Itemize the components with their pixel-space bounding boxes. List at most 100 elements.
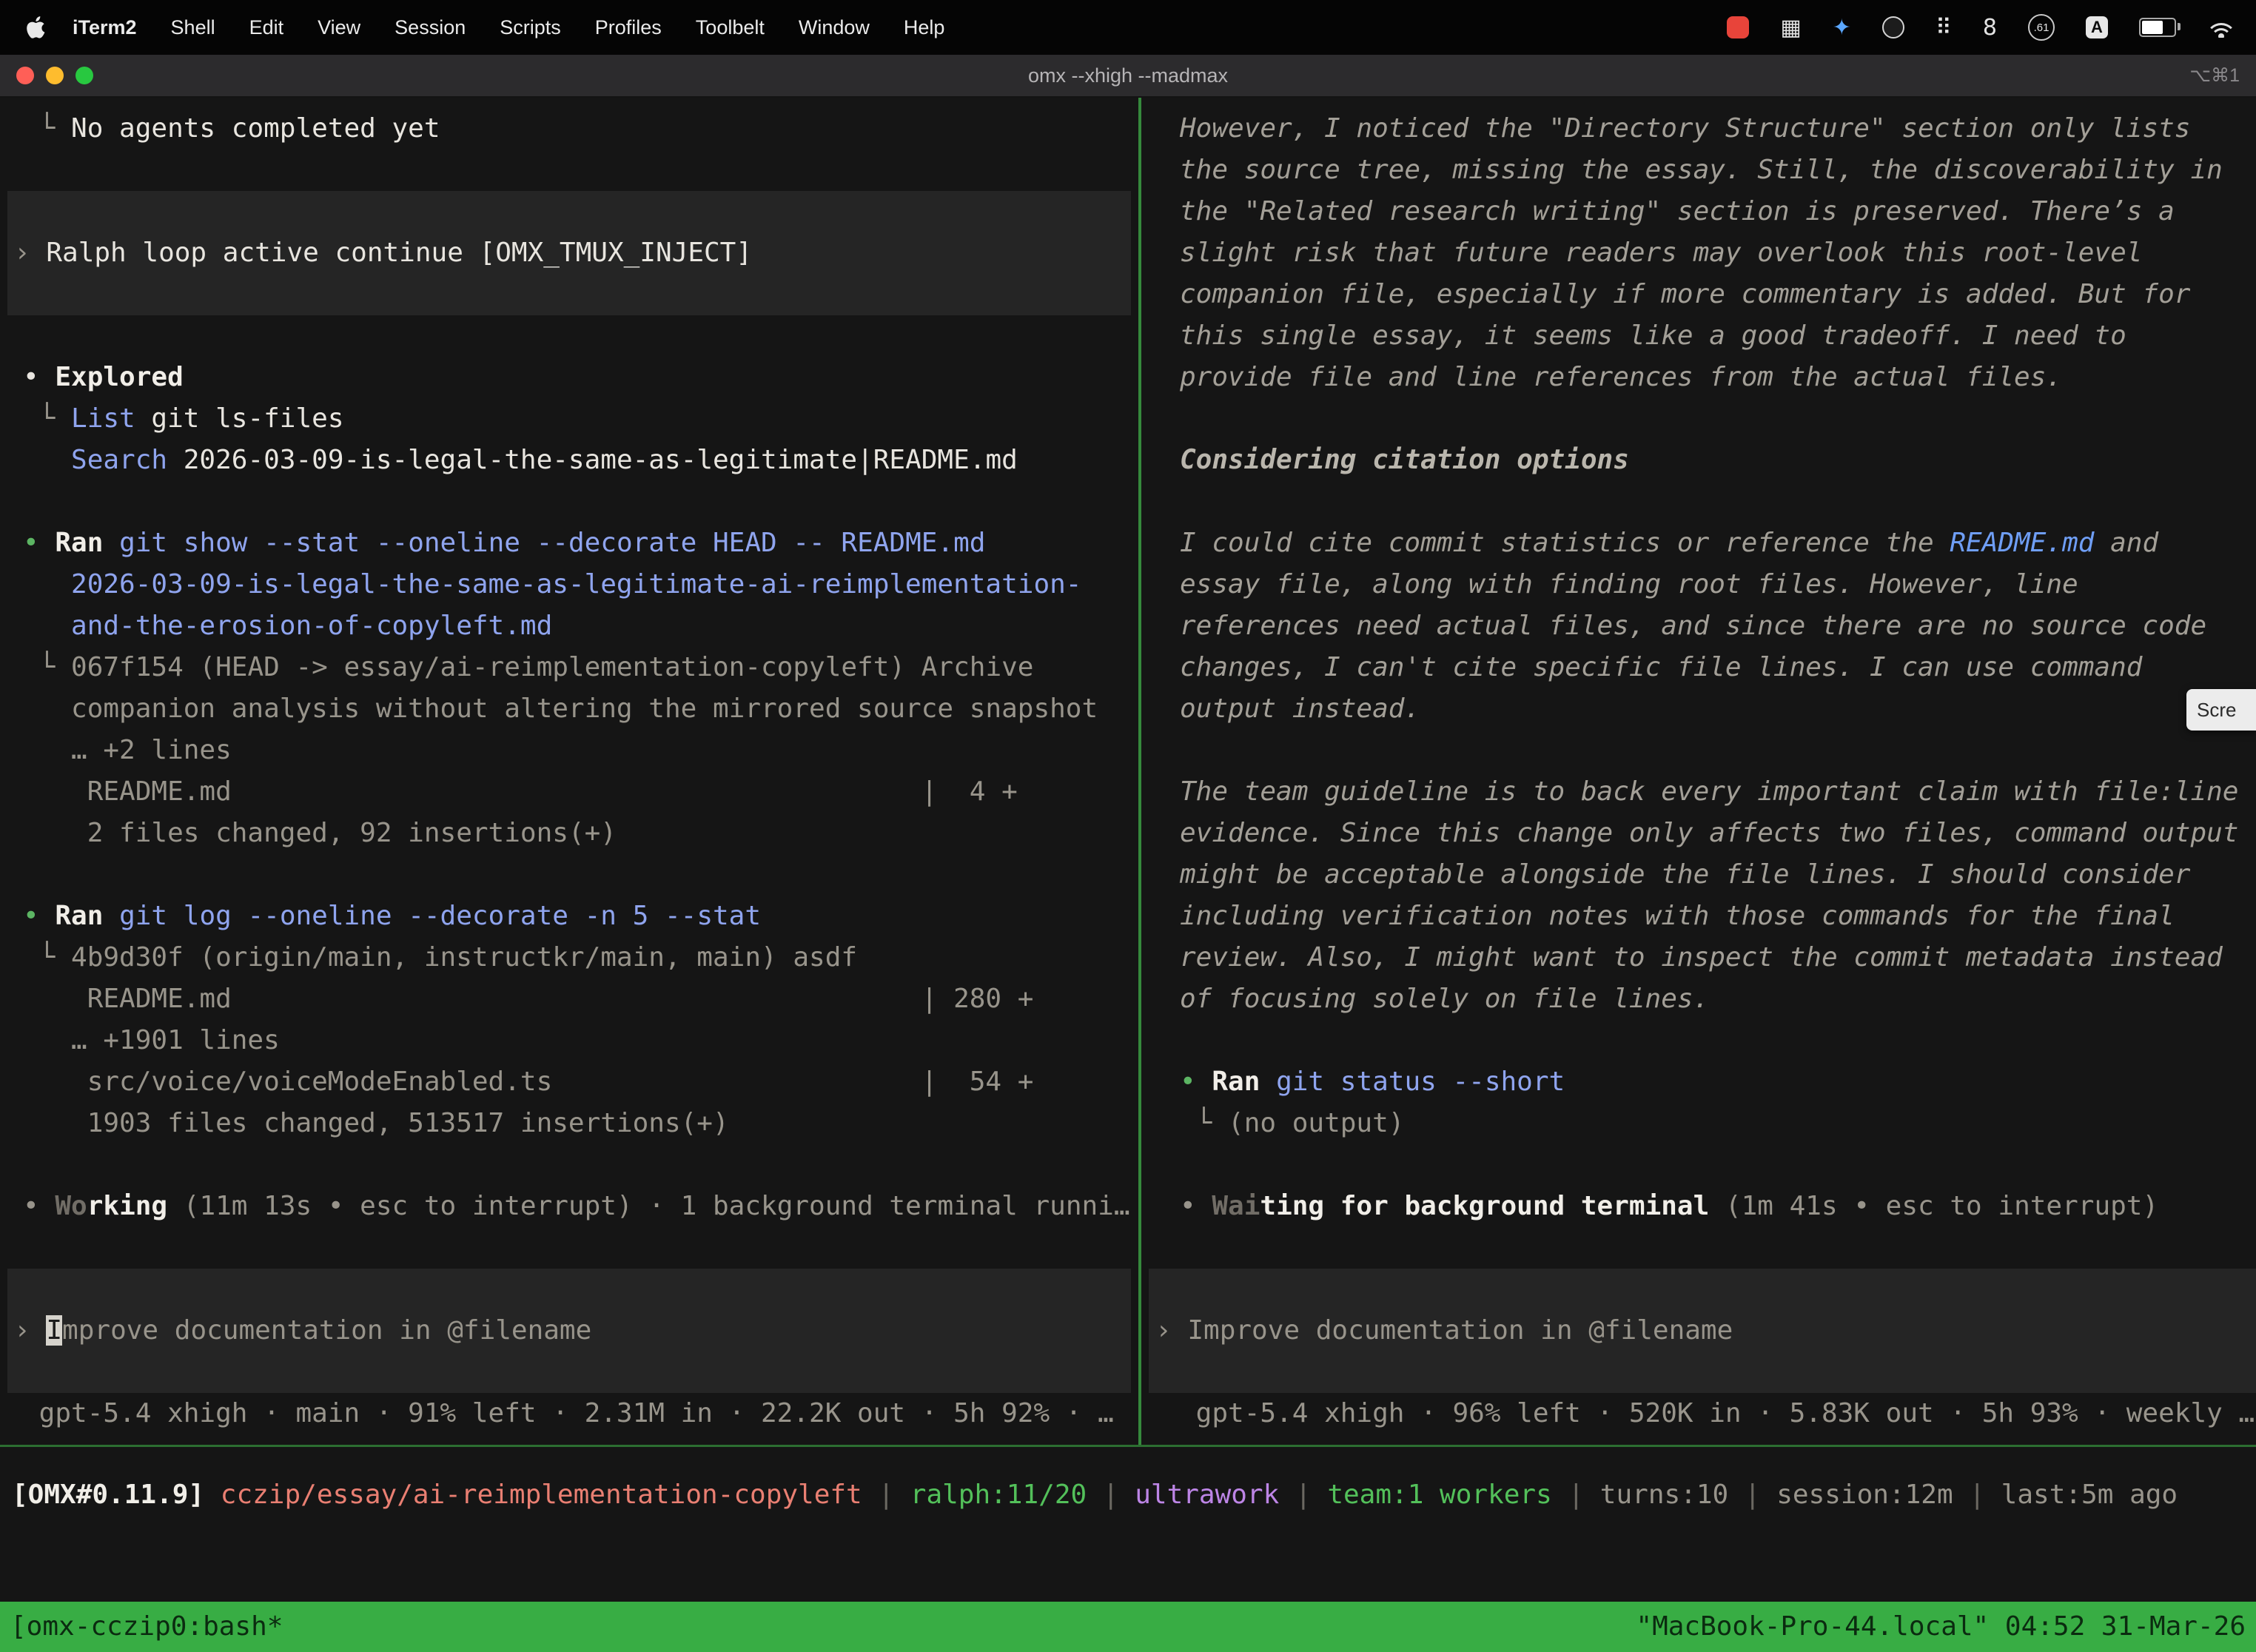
terminal-line: 2026-03-09-is-legal-the-same-as-legitima… [0,564,1138,605]
left-pane[interactable]: └ No agents completed yet › Ralph loop ac… [0,98,1138,1445]
menu-toolbelt[interactable]: Toolbelt [679,16,782,39]
grid-icon[interactable]: ▦ [1780,15,1801,41]
text-segment: However, I noticed the "Directory Struct… [1180,113,2190,144]
terminal-line: … +1901 lines [0,1020,1138,1061]
window-controls [16,67,93,84]
terminal-line: README.md | 280 + [0,978,1138,1020]
menu-session[interactable]: Session [377,16,483,39]
text-segment: | [1953,1480,2001,1510]
menu-shell[interactable]: Shell [154,16,232,39]
text-segment: └ [23,652,71,682]
terminal-line [1141,398,2256,440]
terminal-line: output instead. [1141,688,2256,730]
text-segment: | [1087,1480,1135,1510]
menu-view[interactable]: View [301,16,377,39]
text-segment: Considering citation options [1180,445,1629,475]
zoom-window-button[interactable] [75,67,93,84]
battery-icon[interactable] [2139,18,2176,37]
terminal-line: provide file and line references from th… [1141,357,2256,398]
terminal-line: companion analysis without altering the … [0,688,1138,730]
loop-icon[interactable]: 8 [1983,15,1997,41]
terminal-line [1141,1227,2256,1269]
ran-git-log: • Ran git log --oneline --decorate -n 5 … [0,896,1138,937]
terminal-line: including verification notes with those … [1141,896,2256,937]
text-segment: slight risk that future readers may over… [1180,238,2142,268]
terminal-line [1141,481,2256,523]
disc-icon[interactable] [1882,16,1904,38]
wifi-icon[interactable] [2207,17,2235,38]
window-title: omx --xhigh --madmax [1028,64,1228,87]
text-segment [23,445,71,475]
text-segment: The team guideline is to back every impo… [1180,776,2238,807]
text-segment: README.md | 4 + [23,776,1018,807]
command-input[interactable]: › Improve documentation in @filename [7,1269,1131,1393]
text-segment: including verification notes with those … [1180,901,2175,931]
dots-grid-icon[interactable]: ⠿ [1936,15,1952,41]
text-segment: git log --oneline --decorate -n 5 --stat [119,901,761,931]
text-segment: src/voice/voiceModeEnabled.ts | 54 + [23,1067,1033,1097]
menu-items: iTerm2ShellEditViewSessionScriptsProfile… [21,16,961,39]
menu-profiles[interactable]: Profiles [578,16,679,39]
terminal-line: this single essay, it seems like a good … [1141,315,2256,357]
apple-menu-icon[interactable] [25,16,45,39]
text-segment: Ralph loop active continue [OMX_TMUX_INJ… [46,238,752,268]
command-input[interactable]: › Improve documentation in @filename [1149,1269,2256,1393]
working-status: • Working (11m 13s • esc to interrupt) ·… [0,1186,1138,1227]
text-segment: cczip/essay/ai-reimplementation-copyleft [221,1480,862,1510]
terminal-line: └ List git ls-files [0,398,1138,440]
text-segment: (1m 41s • esc to interrupt) [1709,1191,2158,1221]
text-segment: • [23,362,55,392]
text-segment: • [1180,1191,1212,1221]
gauge-61-icon[interactable]: .61 [2028,14,2055,41]
terminal-line [0,150,1138,191]
text-segment: README.md | 280 + [23,984,1033,1014]
right-pane[interactable]: However, I noticed the "Directory Struct… [1141,98,2256,1445]
terminal-line: and-the-erosion-of-copyleft.md [0,605,1138,647]
terminal-line [0,1144,1138,1186]
text-segment: Ran [55,901,103,931]
spark-icon[interactable]: ✦ [1833,15,1851,41]
menu-edit[interactable]: Edit [232,16,301,39]
minimize-window-button[interactable] [46,67,64,84]
terminal-line: of focusing solely on file lines. [1141,978,2256,1020]
terminal-line: Search 2026-03-09-is-legal-the-same-as-l… [0,440,1138,481]
text-segment: evidence. Since this change only affects… [1180,818,2238,848]
text-segment: Explored [55,362,183,392]
terminal-window[interactable]: └ No agents completed yet › Ralph loop ac… [0,98,2256,1652]
menu-window[interactable]: Window [782,16,887,39]
text-segment: I [46,1315,62,1346]
close-window-button[interactable] [16,67,34,84]
input-source-a-icon[interactable]: A [2086,16,2108,38]
terminal-line: └ 4b9d30f (origin/main, instructkr/main,… [0,937,1138,978]
text-segment: Search [71,445,167,475]
text-segment: changes, I can't cite specific file line… [1180,652,2142,682]
text-segment: | [1279,1480,1327,1510]
text-segment: No agents completed yet [71,113,440,144]
waiting-status: • Waiting for background terminal (1m 41… [1141,1186,2256,1227]
text-segment: git status --short [1276,1067,1565,1097]
text-segment: (11m 13s • esc to interrupt) · 1 backgro… [167,1191,1129,1221]
ran-git-status: • Ran git status --short [1141,1061,2256,1103]
menu-help[interactable]: Help [887,16,962,39]
text-segment: Ran [1212,1067,1260,1097]
menu-scripts[interactable]: Scripts [483,16,578,39]
menu-iterm2[interactable]: iTerm2 [56,16,154,39]
text-segment: | [1728,1480,1776,1510]
text-segment: references need actual files, and since … [1180,611,2206,641]
explored-header: • Explored [0,357,1138,398]
model-status: gpt-5.4 xhigh · main · 91% left · 2.31M … [0,1393,1138,1434]
ralph-loop-banner: › Ralph loop active continue [OMX_TMUX_I… [7,191,1131,315]
text-segment: and-the-erosion-of-copyleft.md [23,611,552,641]
terminal-line: might be acceptable alongside the file l… [1141,854,2256,896]
terminal-line: references need actual files, and since … [1141,605,2256,647]
text-segment: rking [87,1191,167,1221]
terminal-line: companion file, especially if more comme… [1141,274,2256,315]
terminal-line [0,315,1138,357]
text-segment: ting for background terminal [1260,1191,1709,1221]
text-segment [204,1480,221,1510]
terminal-line [0,1227,1138,1269]
terminal-line: However, I noticed the "Directory Struct… [1141,108,2256,150]
terminal-line: the source tree, missing the essay. Stil… [1141,150,2256,191]
recording-indicator[interactable] [1727,16,1749,38]
model-status: gpt-5.4 xhigh · 96% left · 520K in · 5.8… [1141,1393,2256,1434]
